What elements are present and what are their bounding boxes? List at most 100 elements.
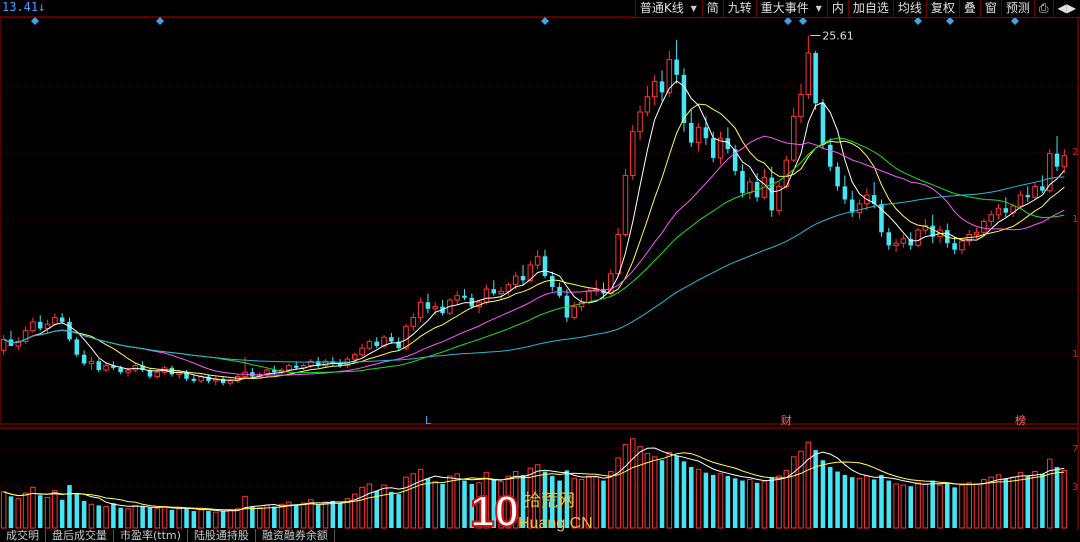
- y-tick-label: 2: [1072, 147, 1078, 158]
- candle-down: [1054, 153, 1060, 167]
- overlay-button[interactable]: 叠: [958, 0, 980, 17]
- candle-down: [542, 256, 548, 276]
- candle-down: [169, 367, 175, 375]
- volume-bar-up: [322, 501, 329, 529]
- nine-turn-button[interactable]: 九转: [722, 0, 756, 17]
- tab-after-hours-volume[interactable]: 盘后成交量: [46, 529, 114, 542]
- adjust-button[interactable]: 复权: [925, 0, 959, 17]
- print-icon[interactable]: ⎙: [1033, 0, 1053, 17]
- candle-up: [417, 301, 424, 319]
- volume-bar-down: [886, 480, 892, 528]
- candle-down: [491, 289, 497, 294]
- candle-up: [893, 242, 899, 246]
- volume-bar-down: [827, 467, 833, 528]
- watermark-en: Huang.CN: [518, 515, 593, 532]
- tab-margin-balance[interactable]: 融资融券余额: [256, 529, 335, 542]
- volume-bar-down: [681, 461, 687, 528]
- volume-bar-up: [622, 443, 629, 529]
- candle-up: [629, 131, 636, 176]
- volume-bar-up: [959, 484, 965, 529]
- volume-bar-down: [81, 500, 87, 528]
- volume-bar-up: [747, 478, 753, 529]
- volume-bar-down: [59, 499, 65, 528]
- candle-up: [856, 203, 863, 214]
- candle-up: [790, 115, 797, 161]
- candle-up: [227, 380, 234, 384]
- volume-bar-up: [278, 503, 285, 529]
- volume-bar-down: [169, 509, 175, 528]
- forecast-button[interactable]: 预测: [1000, 0, 1034, 17]
- candle-down: [374, 341, 379, 346]
- volume-bar-down: [879, 474, 884, 528]
- volume-bar-up: [161, 506, 168, 529]
- volume-bar-down: [703, 472, 709, 528]
- volume-bar-down: [337, 503, 343, 528]
- tab-pe-ttm[interactable]: 市盈率(ttm): [114, 529, 188, 542]
- candle-up: [0, 338, 7, 351]
- volume-bar-down: [769, 477, 775, 528]
- candle-up: [900, 238, 907, 244]
- candle-up: [30, 321, 36, 332]
- volume-bar-down: [315, 504, 321, 528]
- candle-down: [37, 321, 43, 329]
- candle-down: [550, 276, 555, 287]
- candle-up: [454, 295, 460, 301]
- candle-up: [747, 181, 753, 194]
- kline-type-select[interactable]: 普通K线: [634, 0, 702, 17]
- ma-button[interactable]: 均线: [892, 0, 926, 17]
- simple-button[interactable]: 简: [701, 0, 723, 17]
- volume-bar-down: [330, 500, 336, 528]
- navigate-arrows-icon[interactable]: ◀▶: [1052, 0, 1080, 17]
- site-watermark: 10 拾荒网 Huang.CN: [469, 486, 593, 532]
- y-ticks: 21173: [1072, 147, 1078, 493]
- candle-up: [403, 325, 409, 349]
- volume-bar-down: [945, 482, 950, 528]
- candle-down: [293, 365, 299, 368]
- volume-bar-up: [103, 506, 109, 529]
- candles[interactable]: [0, 35, 1068, 386]
- moving-averages: [3, 80, 1065, 381]
- volume-bar-down: [118, 507, 123, 528]
- volume-bar-up: [798, 450, 804, 529]
- candle-up: [798, 94, 804, 117]
- volume-bar-up: [454, 473, 460, 529]
- candle-up: [410, 317, 417, 327]
- candle-down: [389, 337, 394, 342]
- add-watchlist-button[interactable]: 加自选: [847, 0, 893, 17]
- volume-bar-up: [234, 508, 241, 529]
- candle-down: [703, 127, 709, 139]
- volume-bar-up: [15, 498, 22, 529]
- volume-bar-down: [835, 471, 840, 528]
- volume-bar-down: [754, 482, 760, 528]
- volume-bar-down: [813, 450, 818, 528]
- window-button[interactable]: 窗: [979, 0, 1001, 17]
- volume-bar-up: [52, 490, 58, 529]
- candle-down: [849, 199, 855, 213]
- volume-bar-up: [644, 452, 651, 529]
- volume-bar-up: [1017, 472, 1024, 529]
- candle-down: [74, 339, 80, 355]
- candle-up: [915, 229, 921, 246]
- candle-up: [615, 233, 621, 275]
- volume-bar-up: [447, 475, 453, 529]
- volume-bar-up: [856, 477, 863, 529]
- candle-down: [96, 361, 102, 371]
- volume-bar-up: [410, 473, 417, 529]
- candle-down: [835, 166, 840, 187]
- volume-bar-up: [1032, 471, 1038, 529]
- volume-bar-down: [462, 480, 467, 528]
- major-events-select[interactable]: 重大事件: [755, 0, 827, 17]
- max-price-label: 25.61: [822, 29, 854, 42]
- volume-bar-up: [864, 475, 870, 529]
- candle-up: [1017, 194, 1024, 207]
- tab-northbound-holdings[interactable]: 陆股通持股: [188, 529, 256, 542]
- inner-button[interactable]: 内: [826, 0, 848, 17]
- volume-bar-down: [111, 503, 116, 528]
- candle-down: [827, 144, 833, 167]
- volume-bar-down: [8, 496, 14, 528]
- tab-deal-detail[interactable]: 成交明: [0, 529, 46, 542]
- candle-up: [505, 284, 512, 292]
- volume-bar-up: [608, 471, 614, 529]
- candle-up: [1032, 185, 1038, 198]
- volume-bar-up: [132, 504, 139, 529]
